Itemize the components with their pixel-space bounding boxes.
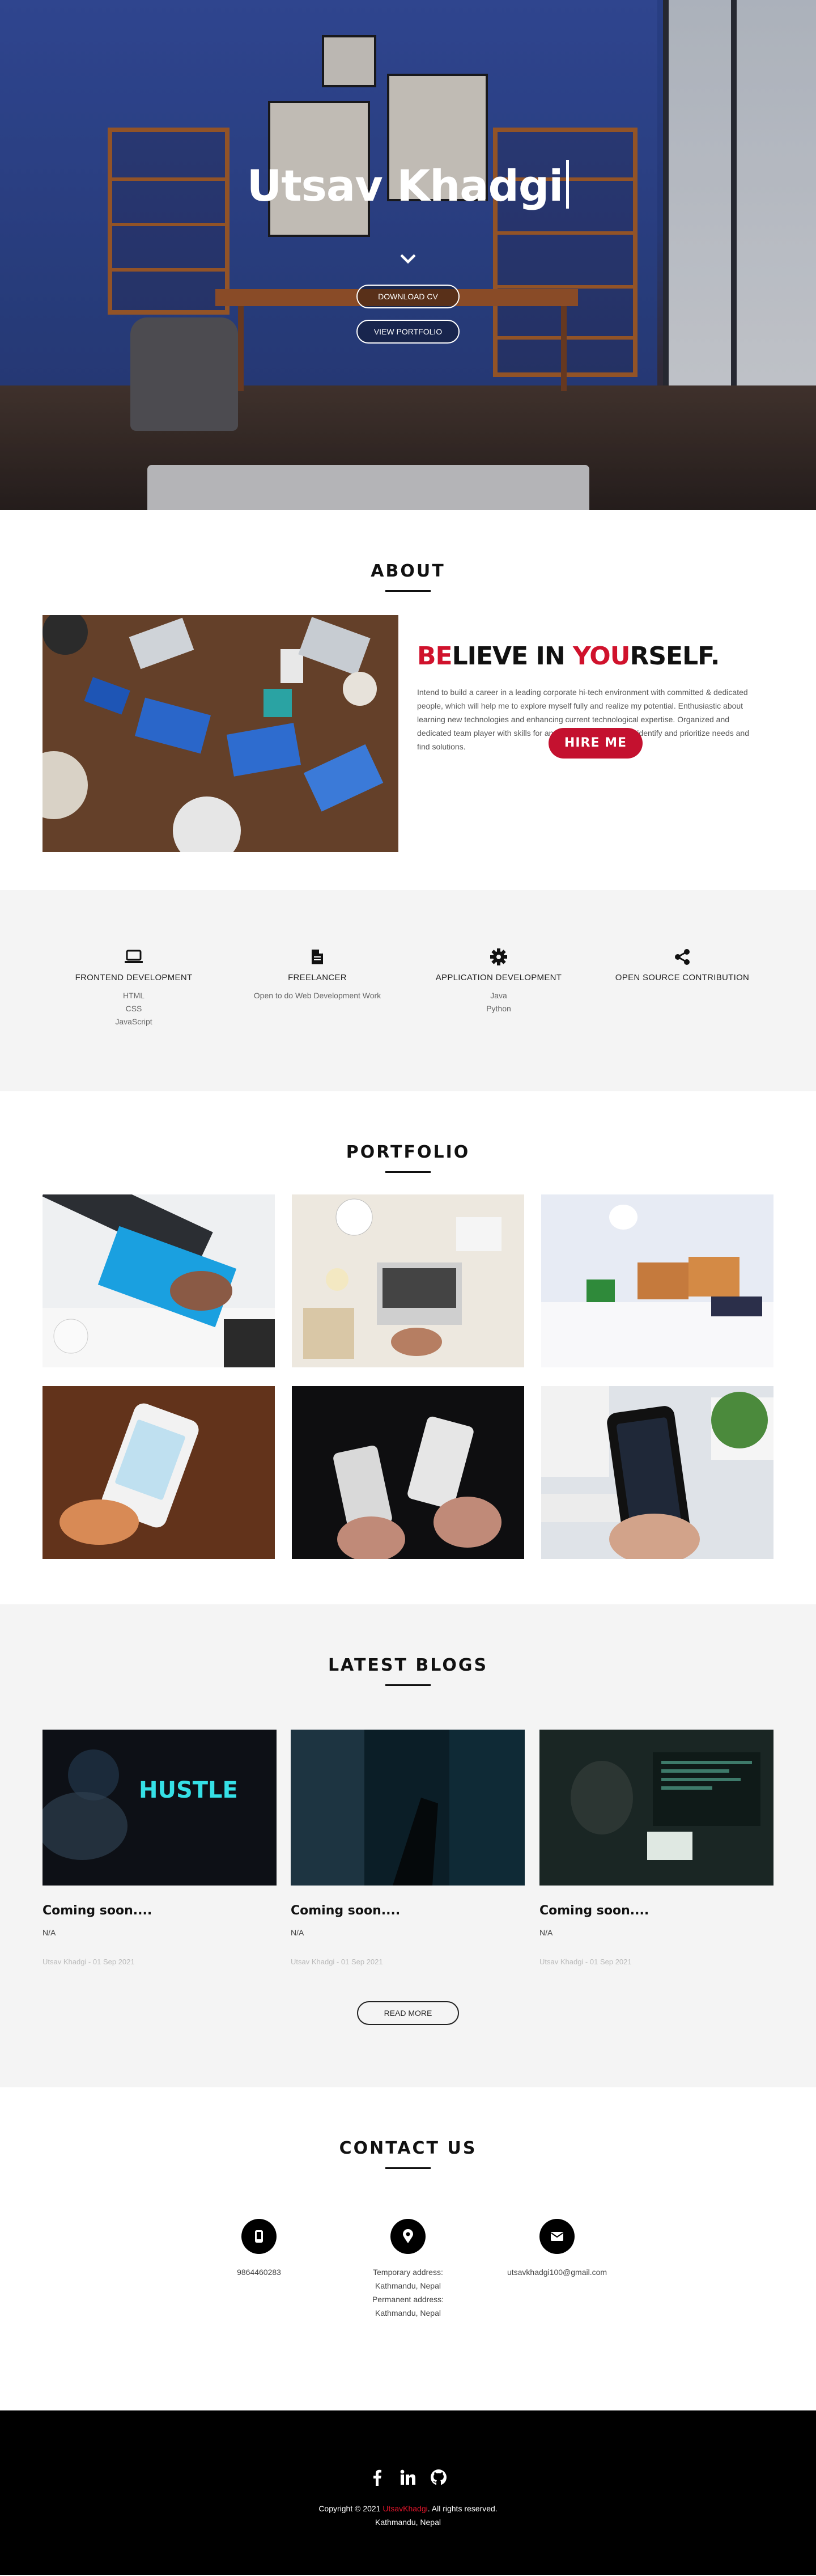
portfolio-title: PORTFOLIO bbox=[346, 1142, 470, 1162]
brand-link[interactable]: UtsavKhadgi bbox=[382, 2504, 427, 2513]
title-underline bbox=[385, 1684, 431, 1686]
gear-icon bbox=[488, 947, 509, 967]
service-frontend-development: FRONTEND DEVELOPMENT HTML CSS JavaScript bbox=[49, 947, 219, 1028]
blog-title: Coming soon.... bbox=[42, 1904, 152, 1918]
portfolio-item[interactable] bbox=[292, 1194, 524, 1367]
portfolio-item[interactable] bbox=[42, 1194, 275, 1367]
blog-image bbox=[291, 1730, 525, 1886]
services-section: FRONTEND DEVELOPMENT HTML CSS JavaScript… bbox=[0, 890, 816, 1091]
read-more-button[interactable]: READ MORE bbox=[357, 2001, 459, 2025]
about-heading: BELIEVE IN YOURSELF. bbox=[417, 642, 720, 671]
service-name: FRONTEND DEVELOPMENT bbox=[75, 973, 193, 982]
service-item: CSS bbox=[125, 1004, 142, 1013]
service-item: JavaScript bbox=[115, 1017, 152, 1026]
about-section: ABOUT BELIEVE IN YOURSELF. Intend to bui… bbox=[0, 510, 816, 890]
phone-number[interactable]: 9864460283 bbox=[185, 2265, 333, 2279]
blog-subtitle: N/A bbox=[42, 1928, 56, 1937]
blog-title: Coming soon.... bbox=[539, 1904, 649, 1918]
phone-icon bbox=[241, 2219, 277, 2254]
linkedin-icon[interactable] bbox=[398, 2467, 418, 2488]
hero-section: Utsav Khadgi DOWNLOAD CV VIEW PORTFOLIO bbox=[0, 0, 816, 510]
footer: Copyright © 2021 UtsavKhadgi. All rights… bbox=[0, 2410, 816, 2575]
facebook-icon[interactable] bbox=[367, 2467, 388, 2488]
blog-title: Coming soon.... bbox=[291, 1904, 401, 1918]
service-name: APPLICATION DEVELOPMENT bbox=[435, 973, 562, 982]
hire-me-button[interactable]: HIRE ME bbox=[549, 728, 643, 759]
portfolio-item[interactable] bbox=[541, 1194, 774, 1367]
blog-card[interactable]: HUSTLE Coming soon.... N/A Utsav Khadgi … bbox=[42, 1730, 277, 1966]
chevron-down-icon[interactable] bbox=[398, 248, 418, 269]
portfolio-section: PORTFOLIO bbox=[0, 1091, 816, 1604]
service-item: Java bbox=[490, 991, 507, 1000]
service-item: HTML bbox=[122, 991, 145, 1000]
about-content: BELIEVE IN YOURSELF. Intend to build a c… bbox=[417, 642, 768, 759]
service-name: OPEN SOURCE CONTRIBUTION bbox=[615, 973, 750, 982]
copyright: Copyright © 2021 UtsavKhadgi. All rights… bbox=[0, 2502, 816, 2529]
blogs-section: LATEST BLOGS HUSTLE Coming soon.... N/A … bbox=[0, 1604, 816, 2087]
github-icon[interactable] bbox=[428, 2467, 449, 2488]
view-portfolio-button[interactable]: VIEW PORTFOLIO bbox=[356, 320, 460, 344]
address-line: Permanent address: bbox=[372, 2295, 444, 2304]
contact-address: Temporary address: Kathmandu, Nepal Perm… bbox=[334, 2219, 482, 2320]
address-line: Temporary address: bbox=[373, 2268, 443, 2277]
hero-name: Utsav Khadgi bbox=[0, 160, 816, 211]
service-freelancer: FREELANCER Open to do Web Development Wo… bbox=[232, 947, 402, 1002]
file-icon bbox=[307, 947, 328, 967]
blog-meta: Utsav Khadgi - 01 Sep 2021 bbox=[42, 1958, 135, 1966]
address-line: Kathmandu, Nepal bbox=[375, 2281, 441, 2290]
blog-subtitle: N/A bbox=[291, 1928, 304, 1937]
service-item: Open to do Web Development Work bbox=[253, 991, 381, 1000]
contact-phone: 9864460283 bbox=[185, 2219, 333, 2279]
footer-location: Kathmandu, Nepal bbox=[375, 2518, 441, 2527]
portfolio-item[interactable] bbox=[292, 1386, 524, 1559]
hustle-sign: HUSTLE bbox=[139, 1777, 238, 1803]
map-marker-icon bbox=[390, 2219, 426, 2254]
blogs-title: LATEST BLOGS bbox=[328, 1655, 488, 1675]
blog-card[interactable]: Coming soon.... N/A Utsav Khadgi - 01 Se… bbox=[291, 1730, 525, 1966]
email-address[interactable]: utsavkhadgi100@gmail.com bbox=[483, 2265, 631, 2279]
title-underline bbox=[385, 590, 431, 592]
typing-cursor bbox=[566, 160, 570, 209]
envelope-icon bbox=[539, 2219, 575, 2254]
service-item: Python bbox=[486, 1004, 511, 1013]
service-application-development: APPLICATION DEVELOPMENT Java Python bbox=[414, 947, 584, 1015]
title-underline bbox=[385, 2167, 431, 2169]
blog-card[interactable]: Coming soon.... N/A Utsav Khadgi - 01 Se… bbox=[539, 1730, 774, 1966]
blog-meta: Utsav Khadgi - 01 Sep 2021 bbox=[291, 1958, 383, 1966]
portfolio-item[interactable] bbox=[541, 1386, 774, 1559]
share-icon bbox=[672, 947, 692, 967]
contact-email: utsavkhadgi100@gmail.com bbox=[483, 2219, 631, 2279]
blog-image bbox=[539, 1730, 774, 1886]
service-open-source-contribution: OPEN SOURCE CONTRIBUTION bbox=[597, 947, 767, 982]
download-cv-button[interactable]: DOWNLOAD CV bbox=[356, 285, 460, 308]
social-links bbox=[0, 2467, 816, 2488]
about-title: ABOUT bbox=[371, 561, 445, 581]
portfolio-item[interactable] bbox=[42, 1386, 275, 1559]
contact-title: CONTACT US bbox=[339, 2138, 477, 2158]
about-image bbox=[42, 615, 398, 852]
blog-meta: Utsav Khadgi - 01 Sep 2021 bbox=[539, 1958, 632, 1966]
address-line: Kathmandu, Nepal bbox=[375, 2308, 441, 2317]
blog-subtitle: N/A bbox=[539, 1928, 553, 1937]
blog-image: HUSTLE bbox=[42, 1730, 277, 1886]
service-name: FREELANCER bbox=[288, 973, 347, 982]
title-underline bbox=[385, 1171, 431, 1173]
contact-section: CONTACT US 9864460283 Temporary address:… bbox=[0, 2087, 816, 2410]
laptop-icon bbox=[124, 947, 144, 967]
